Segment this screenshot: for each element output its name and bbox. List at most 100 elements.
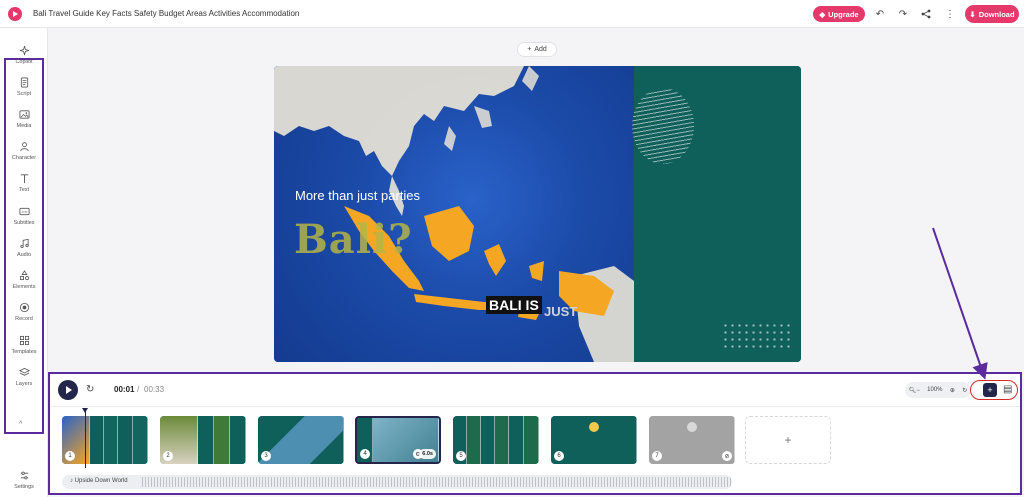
sidebar-item-settings[interactable]: Settings <box>4 468 44 494</box>
sidebar-item-elements[interactable]: Elements <box>4 268 44 298</box>
diamond-icon: ◆ <box>819 9 826 19</box>
just-text[interactable]: JUST <box>544 304 577 319</box>
sidebar-item-label: Character <box>11 155 37 161</box>
zoom-level: 100% <box>927 387 943 393</box>
share-icon[interactable] <box>919 7 933 21</box>
more-options-icon[interactable]: ⋮ <box>943 7 957 21</box>
plus-icon: + <box>527 46 532 53</box>
time-separator: / <box>137 385 140 394</box>
headline-text[interactable]: Bali? <box>294 216 413 263</box>
sidebar-item-templates[interactable]: Templates <box>4 333 44 363</box>
chevron-up-icon[interactable]: ^ <box>19 421 22 428</box>
sidebar-item-label: Record <box>15 316 33 322</box>
clip-frame <box>214 416 230 464</box>
person-icon <box>18 140 30 152</box>
clip-frame <box>104 416 118 464</box>
scene-clip-6[interactable]: 6 <box>551 416 637 464</box>
redo-icon[interactable]: ↷ <box>896 7 910 21</box>
sidebar-item-label: Layers <box>15 381 33 387</box>
scene-number: 2 <box>163 451 173 461</box>
sidebar-item-label: Text <box>18 187 30 193</box>
current-time: 00:01 <box>114 385 135 394</box>
dot-grid-decoration <box>722 322 790 352</box>
sidebar-item-label: Script <box>16 91 32 97</box>
clip-frame <box>524 416 539 464</box>
app-logo-icon[interactable] <box>8 7 22 21</box>
scene-duration: 6.0s <box>419 449 436 459</box>
layout-toggle-icon[interactable]: ▤ <box>1003 384 1012 395</box>
download-icon: ⬇ <box>969 9 976 19</box>
audio-track[interactable]: ♪ Upside Down World <box>62 475 732 489</box>
scene-number: 1 <box>65 451 75 461</box>
sidebar-item-text[interactable]: Text <box>4 171 44 201</box>
video-preview-canvas[interactable]: More than just parties Bali? BALI IS JUS… <box>274 66 801 362</box>
scene-clip-3[interactable]: 3 <box>258 416 344 464</box>
sun-icon <box>589 422 599 432</box>
caption-text[interactable]: More than just parties <box>295 188 420 203</box>
clip-frame <box>90 416 104 464</box>
scene-number: 3 <box>261 451 271 461</box>
scene-number: 7 <box>652 451 662 461</box>
download-button[interactable]: ⬇ Download <box>965 5 1019 23</box>
audio-track-title: Upside Down World <box>74 478 128 484</box>
upgrade-label: Upgrade <box>828 9 859 19</box>
sidebar-item-label: Audio <box>16 252 32 258</box>
sidebar-item-label: Elements <box>12 284 36 290</box>
scene-number: 6 <box>554 451 564 461</box>
sidebar-item-label: Settings <box>14 484 34 490</box>
text-icon <box>18 172 30 184</box>
clip-frame <box>509 416 524 464</box>
total-time: 00:33 <box>144 385 165 394</box>
sidebar-item-record[interactable]: Record <box>4 300 44 330</box>
zoom-out-icon[interactable]: 🔍︎− <box>909 387 920 394</box>
playhead[interactable] <box>82 408 88 468</box>
sidebar-item-character[interactable]: Character <box>4 139 44 169</box>
sidebar-item-label: Copilot <box>15 59 33 65</box>
clip-frame <box>481 416 495 464</box>
zoom-controls: 🔍︎− 100% ⊕ ↻ <box>905 382 971 398</box>
sidebar-item-script[interactable]: Script <box>4 75 44 105</box>
image-icon <box>18 108 30 120</box>
scene-clip-5[interactable]: 5 <box>453 416 539 464</box>
record-icon <box>18 301 30 313</box>
clip-frame <box>230 416 246 464</box>
clip-frame <box>133 416 148 464</box>
sidebar-item-copilot[interactable]: Copilot <box>4 43 44 73</box>
scene-clip-4-selected[interactable]: 4 ⚙ 6.0s <box>355 416 441 464</box>
sidebar-item-label: Subtitles <box>13 220 35 226</box>
subtitles-icon <box>18 205 30 217</box>
project-title[interactable]: Bali Travel Guide Key Facts Safety Budge… <box>33 9 299 18</box>
scene-clip-7[interactable]: 7 ⊘ <box>649 416 735 464</box>
scene-number: 5 <box>456 451 466 461</box>
replay-icon[interactable]: ↻ <box>86 384 94 395</box>
left-sidebar: Copilot Script Media Character Text Subt… <box>0 28 48 497</box>
audio-track-label: ♪ Upside Down World <box>70 478 128 484</box>
add-scene-button[interactable]: + <box>745 416 831 464</box>
bali-is-text[interactable]: BALI IS <box>486 296 542 314</box>
timeline-divider <box>50 406 1020 407</box>
sidebar-item-layers[interactable]: Layers <box>4 365 44 395</box>
sparkle-icon <box>18 44 30 56</box>
download-label: Download <box>978 9 1015 19</box>
sidebar-item-media[interactable]: Media <box>4 107 44 137</box>
map-background <box>274 66 634 362</box>
play-button[interactable] <box>58 380 78 400</box>
upgrade-button[interactable]: ◆ Upgrade <box>813 6 865 22</box>
striped-circle-decoration <box>632 88 694 164</box>
clip-frame <box>467 416 481 464</box>
sidebar-item-audio[interactable]: Audio <box>4 236 44 266</box>
zoom-in-icon[interactable]: ⊕ <box>950 387 955 394</box>
undo-icon[interactable]: ↶ <box>873 7 887 21</box>
scene-number: 4 <box>360 449 370 459</box>
add-scene-top-button[interactable]: + Add <box>517 42 557 57</box>
add-clip-icon[interactable]: + <box>983 383 997 397</box>
scene-clip-2[interactable]: 2 <box>160 416 246 464</box>
clip-frame <box>198 416 214 464</box>
audio-waveform <box>142 477 732 487</box>
add-label: Add <box>534 46 547 53</box>
layers-icon <box>18 366 30 378</box>
sidebar-item-subtitles[interactable]: Subtitles <box>4 204 44 234</box>
reset-zoom-icon[interactable]: ↻ <box>962 387 967 394</box>
scene-clip-1[interactable]: 1 <box>62 416 148 464</box>
hidden-icon[interactable]: ⊘ <box>722 451 732 461</box>
